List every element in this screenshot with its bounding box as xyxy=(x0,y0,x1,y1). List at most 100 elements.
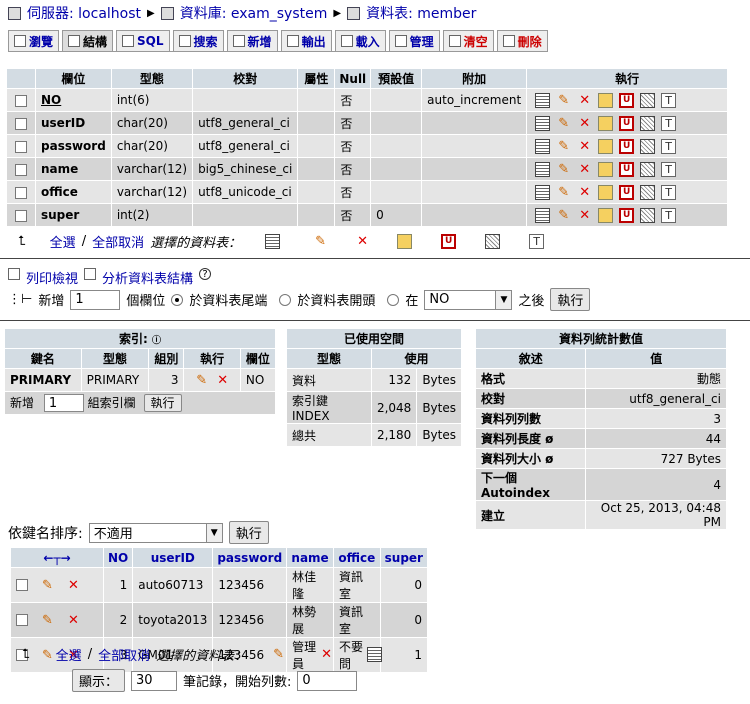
fulltext-icon[interactable]: T xyxy=(529,233,545,249)
database-link[interactable]: 資料庫: exam_system xyxy=(180,3,328,23)
col-header[interactable]: password xyxy=(213,548,287,567)
unique-icon[interactable]: U xyxy=(619,138,635,154)
edit-icon[interactable]: ✎ xyxy=(556,116,571,131)
analyze-link[interactable]: 分析資料表結構 xyxy=(102,268,193,287)
tab-insert[interactable]: 新增 xyxy=(226,30,278,51)
fulltext-icon[interactable]: T xyxy=(661,207,677,223)
delete-icon[interactable]: ✕ xyxy=(319,647,334,662)
edit-icon[interactable]: ✎ xyxy=(271,647,286,662)
tab-structure[interactable]: 結構 xyxy=(62,30,114,51)
delete-icon[interactable]: ✕ xyxy=(215,373,230,388)
row-checkbox[interactable] xyxy=(15,209,27,222)
unique-icon[interactable]: U xyxy=(619,115,635,131)
deselect-all-link[interactable]: 全部取消 xyxy=(98,645,150,664)
delete-icon[interactable]: ✕ xyxy=(577,208,592,223)
sort-select[interactable]: 不適用 ▼ xyxy=(88,522,223,543)
index-icon[interactable] xyxy=(640,161,656,177)
index-icon[interactable] xyxy=(640,92,656,108)
delete-icon[interactable]: ✕ xyxy=(577,93,592,108)
row-checkbox[interactable] xyxy=(16,579,28,591)
col-header[interactable]: userID xyxy=(133,548,213,567)
tab-drop[interactable]: 刪除 xyxy=(496,30,548,51)
field-count-input[interactable]: 1 xyxy=(70,289,121,310)
edit-icon[interactable]: ✎ xyxy=(40,613,55,628)
index-icon[interactable] xyxy=(485,233,501,249)
show-count-input[interactable]: 30 xyxy=(131,670,178,691)
edit-icon[interactable]: ✎ xyxy=(194,373,209,388)
edit-icon[interactable]: ✎ xyxy=(556,139,571,154)
col-header[interactable]: name xyxy=(287,548,333,567)
browse-icon[interactable] xyxy=(535,161,551,177)
tab-search[interactable]: 搜索 xyxy=(172,30,224,51)
browse-icon[interactable] xyxy=(535,92,551,108)
add-field-go-button[interactable]: 執行 xyxy=(550,288,591,311)
delete-icon[interactable]: ✕ xyxy=(577,139,592,154)
primary-key-icon[interactable] xyxy=(598,115,614,131)
fulltext-icon[interactable]: T xyxy=(661,138,677,154)
unique-icon[interactable]: U xyxy=(619,161,635,177)
help-icon[interactable]: ? xyxy=(199,268,212,280)
browse-icon[interactable] xyxy=(535,115,551,131)
index-count-input[interactable]: 1 xyxy=(43,394,84,412)
add-index-go-button[interactable]: 執行 xyxy=(143,394,182,412)
at-end-radio[interactable] xyxy=(171,293,184,306)
show-button[interactable]: 顯示： xyxy=(72,669,126,692)
tab-operations[interactable]: 管理 xyxy=(388,30,440,51)
at-begin-radio[interactable] xyxy=(279,293,292,306)
unique-icon[interactable]: U xyxy=(619,92,635,108)
delete-icon[interactable]: ✕ xyxy=(577,162,592,177)
delete-icon[interactable]: ✕ xyxy=(355,234,370,249)
print-view-link[interactable]: 列印檢視 xyxy=(26,268,78,287)
deselect-all-link[interactable]: 全部取消 xyxy=(92,232,144,251)
primary-key-icon[interactable] xyxy=(598,138,614,154)
edit-icon[interactable]: ✎ xyxy=(556,162,571,177)
primary-key-icon[interactable] xyxy=(598,161,614,177)
col-header[interactable]: NO xyxy=(104,548,133,567)
fulltext-icon[interactable]: T xyxy=(661,115,677,131)
primary-key-icon[interactable] xyxy=(397,233,413,249)
start-row-input[interactable]: 0 xyxy=(297,670,358,691)
fulltext-icon[interactable]: T xyxy=(661,184,677,200)
delete-icon[interactable]: ✕ xyxy=(66,613,81,628)
row-checkbox[interactable] xyxy=(15,140,27,153)
edit-icon[interactable]: ✎ xyxy=(313,234,328,249)
column-toggle-icon[interactable]: ←┬→ xyxy=(11,548,103,567)
edit-icon[interactable]: ✎ xyxy=(40,578,55,593)
row-checkbox[interactable] xyxy=(15,94,27,107)
primary-key-icon[interactable] xyxy=(598,207,614,223)
index-icon[interactable] xyxy=(640,138,656,154)
select-all-link[interactable]: 全選 xyxy=(50,232,76,251)
tab-browse[interactable]: 瀏覽 xyxy=(8,30,60,51)
primary-key-icon[interactable] xyxy=(598,92,614,108)
browse-icon[interactable] xyxy=(535,138,551,154)
after-field-select[interactable]: NO ▼ xyxy=(424,289,513,310)
index-icon[interactable] xyxy=(640,115,656,131)
sort-go-button[interactable]: 執行 xyxy=(228,521,269,544)
fulltext-icon[interactable]: T xyxy=(661,92,677,108)
tab-empty[interactable]: 清空 xyxy=(442,30,494,51)
browse-icon[interactable] xyxy=(265,233,281,249)
fulltext-icon[interactable]: T xyxy=(661,161,677,177)
col-header[interactable]: super xyxy=(380,548,427,567)
after-radio[interactable] xyxy=(387,293,400,306)
select-all-link[interactable]: 全選 xyxy=(56,645,82,664)
table-link[interactable]: 資料表: member xyxy=(366,3,476,23)
delete-icon[interactable]: ✕ xyxy=(577,116,592,131)
unique-icon[interactable]: U xyxy=(441,233,457,249)
row-checkbox[interactable] xyxy=(15,186,27,199)
tab-import[interactable]: 載入 xyxy=(334,30,386,51)
export-icon[interactable] xyxy=(367,647,383,662)
index-icon[interactable] xyxy=(640,207,656,223)
col-header[interactable]: office xyxy=(333,548,380,567)
unique-icon[interactable]: U xyxy=(619,207,635,223)
delete-icon[interactable]: ✕ xyxy=(577,185,592,200)
row-checkbox[interactable] xyxy=(16,614,28,626)
row-checkbox[interactable] xyxy=(15,163,27,176)
server-link[interactable]: 伺服器: localhost xyxy=(27,3,141,23)
tab-export[interactable]: 輸出 xyxy=(280,30,332,51)
browse-icon[interactable] xyxy=(535,184,551,200)
primary-key-icon[interactable] xyxy=(598,184,614,200)
edit-icon[interactable]: ✎ xyxy=(556,185,571,200)
tab-sql[interactable]: SQL xyxy=(116,30,170,51)
edit-icon[interactable]: ✎ xyxy=(556,93,571,108)
